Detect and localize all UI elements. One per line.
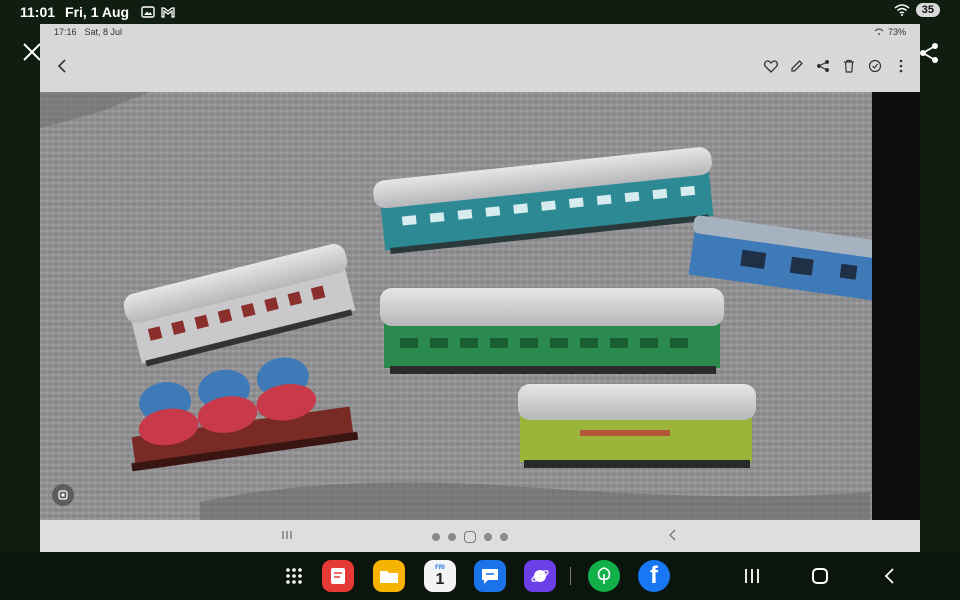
more-options-button[interactable] xyxy=(892,57,910,75)
wifi-icon xyxy=(894,4,910,16)
facebook-letter: f xyxy=(650,562,658,589)
lens-button[interactable] xyxy=(52,484,74,506)
screenshot-frame: 17:16 Sat, 8 Jul 73% xyxy=(40,24,920,552)
notes-app-icon[interactable] xyxy=(322,560,354,592)
inner-navigation-bar xyxy=(40,520,920,552)
gallery-icon xyxy=(141,6,155,18)
lime-van xyxy=(518,384,756,468)
taskbar: FRI 1 f xyxy=(0,552,960,600)
trash-icon xyxy=(844,59,854,73)
share-button[interactable] xyxy=(814,57,832,75)
system-back-icon[interactable] xyxy=(880,566,900,586)
inner-status-time: 17:16 xyxy=(54,27,77,37)
page-dot xyxy=(500,533,508,541)
edit-button[interactable] xyxy=(788,57,806,75)
pencil-icon xyxy=(791,60,803,72)
inner-status-date: Sat, 8 Jul xyxy=(84,27,123,37)
note-glyph xyxy=(331,568,345,584)
system-home-button[interactable] xyxy=(812,568,828,584)
planet-glyph xyxy=(531,570,549,582)
taskbar-divider xyxy=(570,567,571,585)
page-dot xyxy=(484,533,492,541)
system-recents-icon[interactable] xyxy=(742,566,762,586)
gallery-viewer-toolbar xyxy=(40,40,920,92)
recents-icon xyxy=(282,531,292,539)
share-icon xyxy=(817,60,829,72)
green-coach xyxy=(380,288,724,374)
battery-badge: 35 xyxy=(915,3,940,17)
back-arrow-icon[interactable] xyxy=(54,57,72,75)
favourite-button[interactable] xyxy=(762,57,780,75)
page-dot xyxy=(432,533,440,541)
delete-button[interactable] xyxy=(840,57,858,75)
remaster-button[interactable] xyxy=(866,57,884,75)
more-vertical-icon xyxy=(899,59,903,73)
device-status-bar: 11:01 Fri, 1 Aug 35 xyxy=(0,0,960,24)
photo-model-trains[interactable] xyxy=(40,92,920,520)
messages-app-icon[interactable] xyxy=(474,560,506,592)
page-dot-active xyxy=(464,531,476,543)
page-dot xyxy=(448,533,456,541)
files-app-icon[interactable] xyxy=(373,560,405,592)
inner-wifi-icon xyxy=(874,28,884,35)
photo-letterbox xyxy=(872,92,920,520)
scan-icon xyxy=(58,490,68,500)
inner-back-icon xyxy=(669,529,676,541)
heart-icon xyxy=(764,59,778,73)
calendar-date: 1 xyxy=(435,571,445,588)
status-date: Fri, 1 Aug xyxy=(65,4,130,20)
plant-app-icon[interactable] xyxy=(588,560,620,592)
gmail-icon xyxy=(161,7,175,18)
inner-battery-level: 73% xyxy=(887,27,906,37)
inner-status-bar: 17:16 Sat, 8 Jul 73% xyxy=(40,24,920,40)
calendar-app-icon[interactable]: FRI 1 xyxy=(424,560,456,592)
remaster-icon xyxy=(868,59,882,73)
app-drawer-icon[interactable] xyxy=(284,566,304,586)
tree-glyph xyxy=(597,567,611,584)
browser-app-icon[interactable] xyxy=(524,560,556,592)
status-time: 11:01 xyxy=(20,4,56,20)
page-indicator xyxy=(432,531,508,543)
share-icon[interactable] xyxy=(918,42,940,64)
folder-glyph xyxy=(380,571,398,583)
chat-bubble-glyph xyxy=(482,569,498,584)
facebook-app-icon[interactable]: f xyxy=(638,560,670,592)
